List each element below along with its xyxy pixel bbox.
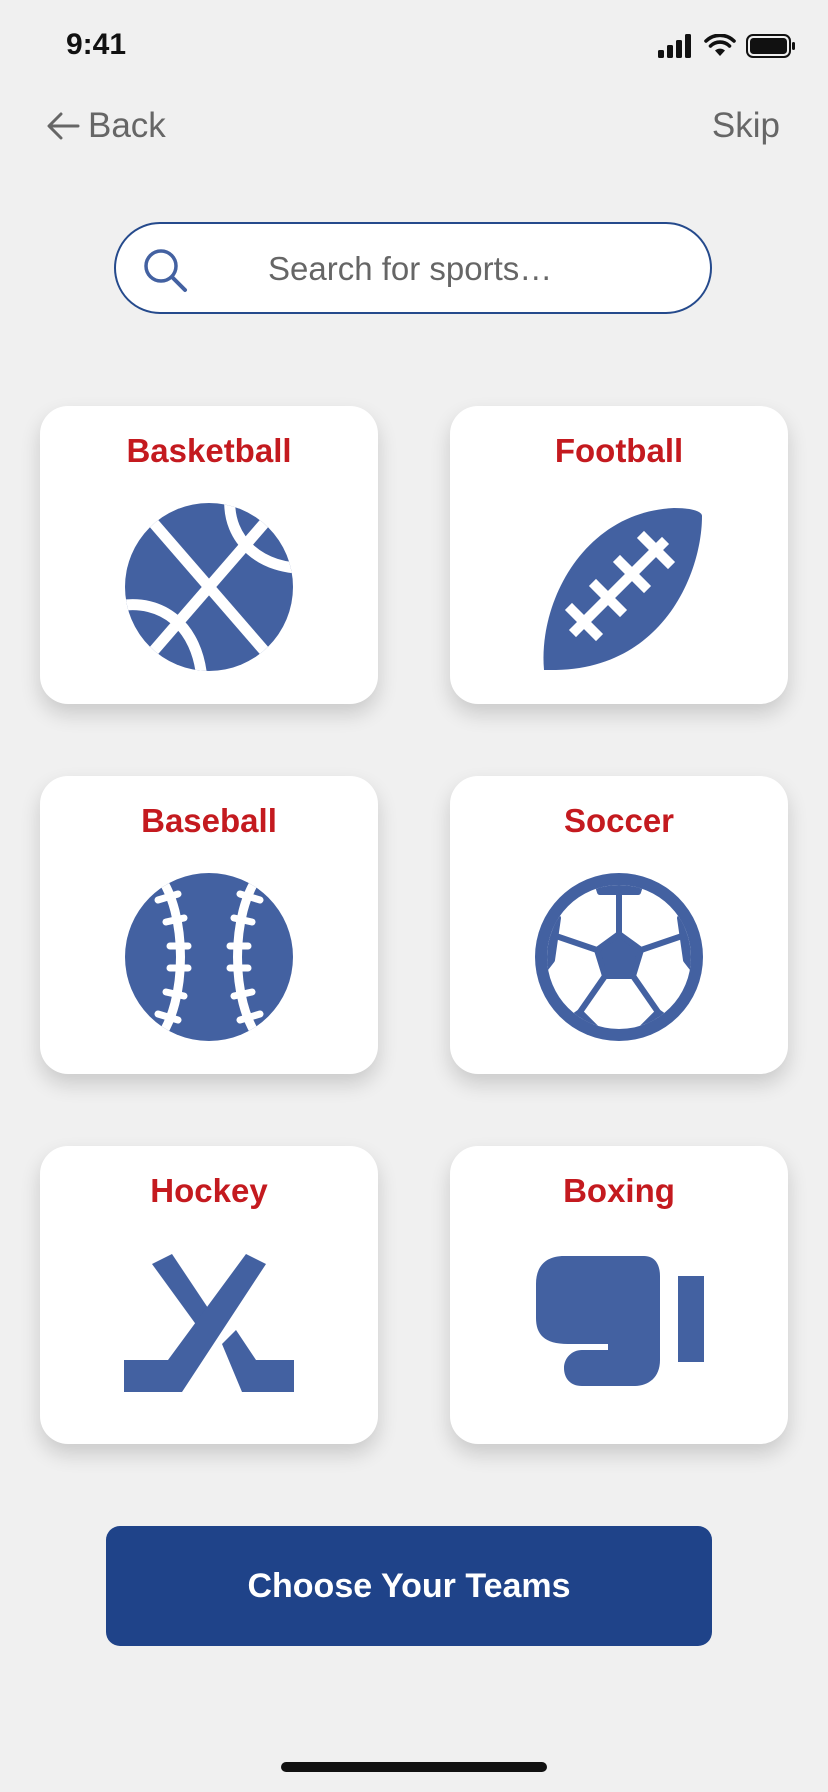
sport-card-label: Hockey bbox=[150, 1172, 268, 1209]
sport-card-basketball[interactable]: Basketball bbox=[40, 406, 378, 704]
sport-card-label: Football bbox=[554, 432, 684, 469]
cellular-signal-icon bbox=[658, 34, 691, 58]
arrow-left-icon bbox=[47, 112, 80, 140]
home-indicator bbox=[281, 1762, 547, 1772]
choose-your-teams-button[interactable]: Choose Your Teams bbox=[106, 1526, 712, 1646]
wifi-icon bbox=[704, 34, 736, 56]
sport-card-football[interactable]: Football bbox=[450, 406, 788, 704]
back-button[interactable]: Back bbox=[46, 104, 166, 148]
sport-card-soccer[interactable]: Soccer bbox=[450, 776, 788, 1074]
sport-card-hockey[interactable]: Hockey bbox=[40, 1146, 378, 1444]
sport-card-label: Soccer bbox=[563, 802, 675, 839]
status-bar: 9:41 bbox=[0, 0, 828, 92]
hockey-sticks-icon bbox=[124, 1254, 294, 1392]
status-time: 9:41 bbox=[66, 28, 127, 61]
skip-button[interactable]: Skip bbox=[712, 104, 780, 148]
boxing-glove-icon bbox=[536, 1256, 704, 1386]
search-bar[interactable] bbox=[114, 222, 712, 314]
baseball-icon bbox=[125, 873, 293, 1041]
search-icon bbox=[144, 249, 187, 292]
sport-card-label: Baseball bbox=[141, 802, 277, 839]
skip-label: Skip bbox=[711, 106, 780, 145]
search-input[interactable] bbox=[268, 242, 688, 296]
battery-icon bbox=[746, 34, 795, 58]
football-icon bbox=[543, 508, 702, 670]
back-label: Back bbox=[88, 106, 166, 145]
soccer-ball-icon bbox=[535, 873, 703, 1041]
status-icons bbox=[658, 34, 796, 58]
basketball-icon bbox=[125, 503, 293, 671]
sport-card-label: Basketball bbox=[126, 432, 292, 469]
sport-card-label: Boxing bbox=[563, 1172, 675, 1209]
sport-card-boxing[interactable]: Boxing bbox=[450, 1146, 788, 1444]
sport-card-baseball[interactable]: Baseball bbox=[40, 776, 378, 1074]
